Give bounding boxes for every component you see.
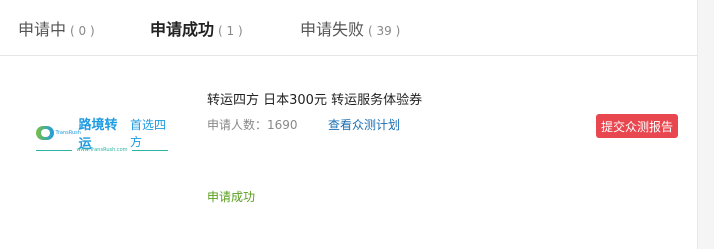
tab-approved-count: ( 1 )	[218, 24, 243, 38]
right-gutter	[698, 0, 714, 249]
tab-approved[interactable]: 申请成功( 1 )	[150, 16, 243, 40]
tab-applying[interactable]: 申请中( 0 )	[18, 16, 95, 40]
logo-url-line: www.TransRush.com	[36, 146, 169, 154]
tab-applying-label: 申请中	[18, 20, 67, 39]
tab-rejected-count: ( 39 )	[368, 24, 401, 38]
logo-brand-en: TransRush	[55, 130, 81, 136]
submit-report-button[interactable]: 提交众测报告	[596, 114, 678, 138]
logo-slogan: 首选四方	[130, 118, 167, 149]
view-trial-plan-link[interactable]: 查看众测计划	[328, 116, 400, 133]
tab-rejected-label: 申请失败	[300, 20, 365, 39]
product-logo[interactable]: TransRush 路境转运 首选四方 www.TransRush.com	[36, 118, 172, 157]
transrush-logo-icon	[36, 126, 54, 140]
tab-applying-count: ( 0 )	[70, 24, 95, 38]
tab-rejected[interactable]: 申请失败( 39 )	[300, 16, 400, 40]
logo-url: www.TransRush.com	[76, 147, 128, 153]
tab-approved-label: 申请成功	[150, 20, 215, 39]
product-title[interactable]: 转运四方 日本300元 转运服务体验券	[207, 89, 422, 108]
trial-applications-panel: 申请中( 0 ) 申请成功( 1 ) 申请失败( 39 ) TransRush …	[0, 0, 698, 249]
applicant-count: 申请人数：1690	[207, 118, 298, 132]
status-tabs: 申请中( 0 ) 申请成功( 1 ) 申请失败( 39 )	[0, 0, 698, 56]
application-status: 申请成功	[207, 190, 256, 204]
